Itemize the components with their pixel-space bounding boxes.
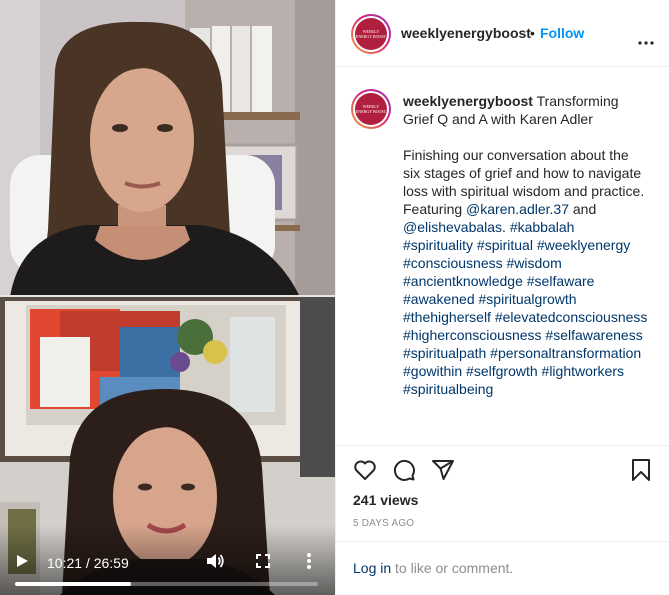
- header-username[interactable]: weeklyenergyboost: [401, 25, 531, 41]
- hashtag-link[interactable]: #wisdom: [507, 255, 562, 271]
- post-header: WEEKLY ENERGY BOOST weeklyenergyboost • …: [336, 0, 669, 67]
- hashtag-link[interactable]: #spiritualbeing: [403, 381, 493, 397]
- heart-icon[interactable]: [353, 458, 377, 482]
- hashtag-link[interactable]: #spiritualgrowth: [479, 291, 577, 307]
- post-sidebar: WEEKLY ENERGY BOOST weeklyenergyboost • …: [335, 0, 669, 595]
- hashtag-link[interactable]: #higherconsciousness: [403, 327, 542, 343]
- hashtag-link[interactable]: #selfaware: [527, 273, 595, 289]
- hashtag-link[interactable]: #lightworkers: [542, 363, 624, 379]
- progress-bar-fill: [15, 582, 132, 586]
- hashtag-link[interactable]: #spirituality: [403, 237, 473, 253]
- caption-area[interactable]: WEEKLY ENERGY BOOST weeklyenergyboost Tr…: [336, 68, 669, 445]
- more-horizontal-icon[interactable]: [638, 32, 654, 45]
- hashtag-link[interactable]: #kabbalah: [510, 219, 575, 235]
- avatar-logo: WEEKLY ENERGY BOOST: [355, 93, 387, 125]
- view-count[interactable]: 241 views: [353, 492, 418, 508]
- fullscreen-icon[interactable]: [256, 554, 270, 568]
- caption-and: and: [572, 201, 597, 217]
- caption-username[interactable]: weeklyenergyboost: [403, 93, 533, 109]
- post-actions: 241 views 5 DAYS AGO: [336, 445, 669, 541]
- follow-button[interactable]: Follow: [540, 25, 584, 41]
- hashtag-link[interactable]: #gowithin: [403, 363, 462, 379]
- bookmark-icon[interactable]: [629, 458, 653, 482]
- hashtag-link[interactable]: #elevatedconsciousness: [495, 309, 648, 325]
- video-pane-top: [0, 0, 335, 297]
- playback-time: 10:21 / 26:59: [47, 555, 129, 571]
- hashtag-link[interactable]: #spiritualpath: [403, 345, 486, 361]
- progress-bar[interactable]: [15, 582, 318, 586]
- mention-elisheva[interactable]: @elishevabalas: [403, 219, 502, 235]
- login-link[interactable]: Log in: [353, 560, 391, 576]
- header-separator: •: [530, 25, 535, 41]
- hashtag-link[interactable]: #consciousness: [403, 255, 503, 271]
- hashtag-link[interactable]: #selfgrowth: [466, 363, 538, 379]
- share-icon[interactable]: [431, 458, 455, 482]
- hashtag-link[interactable]: #awakened: [403, 291, 475, 307]
- login-prompt: Log in to like or comment.: [336, 541, 669, 595]
- mention-karen[interactable]: @karen.adler.37: [466, 201, 569, 217]
- hashtag-link[interactable]: #thehigherself: [403, 309, 491, 325]
- avatar-logo: WEEKLY ENERGY BOOST: [355, 18, 387, 50]
- volume-icon[interactable]: [206, 553, 224, 569]
- post-date[interactable]: 5 DAYS AGO: [353, 518, 414, 529]
- caption-avatar[interactable]: WEEKLY ENERGY BOOST: [351, 89, 391, 129]
- avatar[interactable]: WEEKLY ENERGY BOOST: [351, 14, 391, 54]
- comment-icon[interactable]: [392, 458, 416, 482]
- play-icon[interactable]: [15, 554, 29, 568]
- player-controls: 10:21 / 26:59: [0, 525, 335, 595]
- hashtag-link[interactable]: #weeklyenergy: [537, 237, 630, 253]
- caption-text: weeklyenergyboost Transforming Grief Q a…: [403, 92, 648, 398]
- hashtag-link[interactable]: #ancientknowledge: [403, 273, 523, 289]
- top-participant-scene: [0, 0, 335, 297]
- hashtag-list: #kabbalah #spirituality #spiritual #week…: [403, 219, 647, 397]
- caption-period: .: [502, 219, 506, 235]
- instagram-post: 10:21 / 26:59 WEEKLY ENERGY BOOST weekly…: [0, 0, 669, 595]
- login-suffix: to like or comment.: [391, 560, 514, 576]
- video-player[interactable]: 10:21 / 26:59: [0, 0, 335, 595]
- hashtag-link[interactable]: #spiritual: [477, 237, 533, 253]
- hashtag-link[interactable]: #selfawareness: [545, 327, 642, 343]
- more-vertical-icon[interactable]: [305, 552, 313, 570]
- login-text: Log in to like or comment.: [353, 560, 513, 576]
- hashtag-link[interactable]: #personaltransformation: [490, 345, 641, 361]
